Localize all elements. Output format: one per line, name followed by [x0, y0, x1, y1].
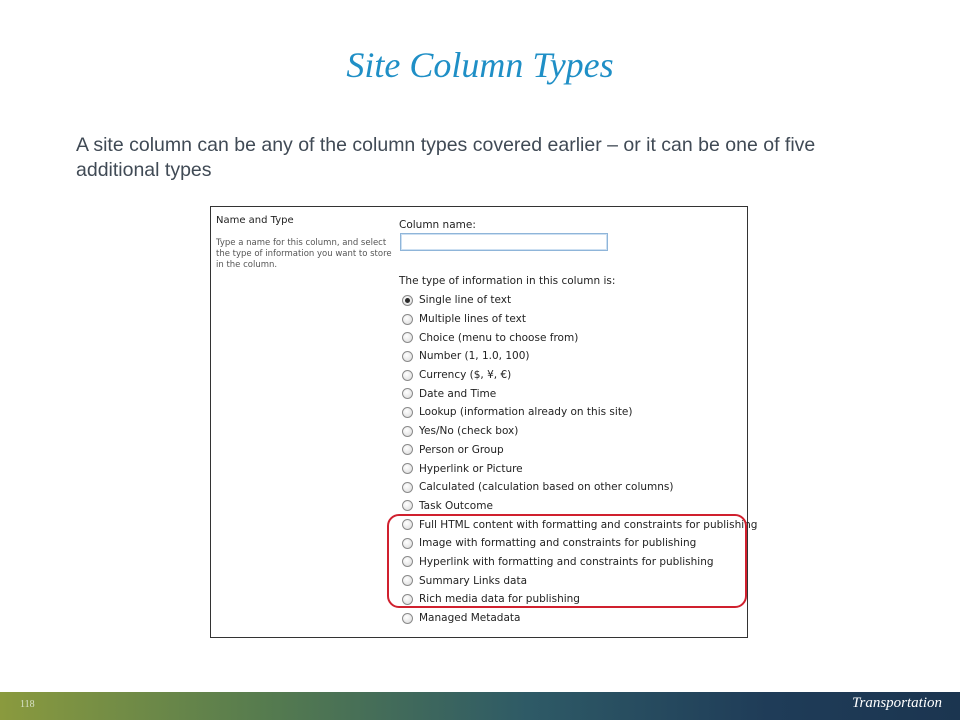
option-label: Multiple lines of text: [419, 313, 526, 326]
radio-button[interactable]: [402, 313, 413, 325]
option-label: Person or Group: [419, 443, 504, 456]
option-calculated[interactable]: Calculated (calculation based on other c…: [402, 478, 747, 497]
slide-title: Site Column Types: [346, 45, 614, 85]
option-label: Task Outcome: [419, 499, 493, 512]
slide-body-text: A site column can be any of the column t…: [76, 134, 816, 181]
option-label: Date and Time: [419, 387, 497, 400]
option-label: Hyperlink or Picture: [419, 462, 523, 475]
column-name-input[interactable]: [400, 233, 608, 251]
option-number[interactable]: Number (1, 1.0, 100): [402, 347, 747, 366]
option-label: Yes/No (check box): [419, 425, 519, 438]
radio-button[interactable]: [402, 612, 413, 624]
option-managed-metadata[interactable]: Managed Metadata: [402, 609, 747, 628]
radio-button[interactable]: [402, 481, 413, 493]
option-hyperlink-or-picture[interactable]: Hyperlink or Picture: [402, 459, 747, 478]
option-label: Lookup (information already on this site…: [419, 406, 633, 419]
radio-button[interactable]: [402, 406, 413, 418]
option-label: Calculated (calculation based on other c…: [419, 481, 674, 494]
section-heading: Name and Type: [216, 215, 294, 226]
option-multiple-lines-of-text[interactable]: Multiple lines of text: [402, 310, 747, 329]
page-number: 118: [20, 699, 35, 710]
column-type-label: The type of information in this column i…: [399, 275, 616, 287]
option-task-outcome[interactable]: Task Outcome: [402, 497, 747, 516]
option-date-and-time[interactable]: Date and Time: [402, 384, 747, 403]
footer-brand: Transportation: [851, 695, 942, 711]
option-label: Number (1, 1.0, 100): [419, 350, 530, 363]
option-label: Single line of text: [419, 294, 512, 307]
radio-button[interactable]: [402, 350, 413, 362]
radio-button[interactable]: [402, 425, 413, 437]
radio-button[interactable]: [402, 500, 413, 512]
radio-button[interactable]: [402, 294, 413, 306]
option-currency[interactable]: Currency ($, ¥, €): [402, 366, 747, 385]
radio-button[interactable]: [402, 463, 413, 475]
option-yes-no[interactable]: Yes/No (check box): [402, 422, 747, 441]
footer-bar: [0, 692, 960, 720]
radio-button[interactable]: [402, 369, 413, 381]
column-name-label: Column name:: [399, 219, 476, 231]
option-choice[interactable]: Choice (menu to choose from): [402, 328, 747, 347]
option-label: Currency ($, ¥, €): [419, 369, 512, 382]
option-lookup[interactable]: Lookup (information already on this site…: [402, 403, 747, 422]
option-label: Managed Metadata: [419, 612, 521, 625]
option-single-line-of-text[interactable]: Single line of text: [402, 291, 747, 310]
section-description: Type a name for this column, and select …: [216, 238, 392, 270]
option-person-or-group[interactable]: Person or Group: [402, 441, 747, 460]
radio-button[interactable]: [402, 388, 413, 400]
radio-button[interactable]: [402, 444, 413, 456]
option-label: Choice (menu to choose from): [419, 331, 579, 344]
additional-types-highlight: [387, 514, 747, 608]
radio-button[interactable]: [402, 332, 413, 344]
